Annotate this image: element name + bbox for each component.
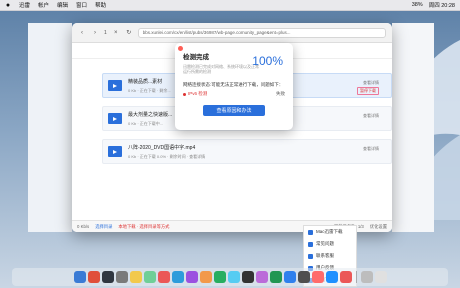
- excel-icon[interactable]: [269, 271, 282, 283]
- video-thumbnail-icon: [108, 146, 122, 157]
- netease-music-icon[interactable]: [311, 271, 324, 283]
- menu-item[interactable]: 帐户: [38, 1, 49, 9]
- item-name: 最大剂量之快速版...: [128, 111, 173, 118]
- notes-icon[interactable]: [129, 271, 142, 283]
- word-icon[interactable]: [325, 271, 338, 283]
- list-item[interactable]: 八阵-2020_DVD国语中字.mp4 0 Kb · 正在下载 0.0% · 剩…: [102, 139, 392, 164]
- choose-dir-link[interactable]: 选择目录: [95, 224, 112, 230]
- browser-toolbar: ‹ › 1 × ↻ bbs.xunlei.com/cx/en/list/pubs…: [72, 23, 392, 43]
- vscode-icon[interactable]: [283, 271, 296, 283]
- item-name: 精装品质...素材: [128, 78, 163, 85]
- terminal-icon[interactable]: [297, 271, 310, 283]
- issue-row: IPv6 检测 失败: [183, 91, 285, 97]
- side-menu-item[interactable]: 联系客服: [304, 250, 356, 262]
- details-link[interactable]: 查看详情: [363, 80, 379, 86]
- details-link[interactable]: 查看详情: [363, 113, 379, 119]
- side-menu-label: Mac迅雷下载: [316, 229, 343, 234]
- settings-icon[interactable]: [115, 271, 128, 283]
- side-menu-item[interactable]: Mac迅雷下载: [304, 226, 356, 238]
- podcast-icon[interactable]: [185, 271, 198, 283]
- close-icon[interactable]: ×: [112, 29, 120, 37]
- item-info: 精装品质...素材 0 Kb · 正在下载 · 剩余...: [128, 78, 171, 94]
- clock[interactable]: 周四 20:28: [429, 1, 455, 9]
- downloads-folder-icon[interactable]: [360, 271, 373, 283]
- finder-icon[interactable]: [73, 271, 86, 283]
- menu-item[interactable]: 窗口: [76, 1, 87, 9]
- chrome-icon[interactable]: [227, 271, 240, 283]
- video-thumbnail-icon: [108, 80, 122, 91]
- close-dialog-icon[interactable]: [178, 46, 183, 51]
- dock-separator: [355, 271, 357, 283]
- side-menu-label: 常见问题: [316, 241, 334, 246]
- url-bar[interactable]: bbs.xunlei.com/cx/en/list/pubs/36987/wb-…: [137, 27, 386, 38]
- progress-percent: 100%: [252, 54, 283, 68]
- refresh-icon[interactable]: ↻: [125, 29, 133, 37]
- view-solution-button[interactable]: 查看原因和办法: [203, 105, 265, 116]
- menu-item[interactable]: 编辑: [57, 1, 68, 9]
- speed: 0 Kb/s: [77, 224, 90, 229]
- video-thumbnail-icon: [108, 113, 122, 124]
- optimize-settings[interactable]: 优化设置: [370, 224, 387, 230]
- appstore-icon[interactable]: [171, 271, 184, 283]
- background-site-right: [392, 23, 434, 232]
- error-dot-icon: [183, 92, 186, 96]
- back-icon[interactable]: ‹: [78, 29, 86, 37]
- tab-count[interactable]: 1: [104, 30, 107, 36]
- menu-item-icon: [308, 241, 313, 247]
- safari-icon[interactable]: [101, 271, 114, 283]
- item-meta: 0 Kb · 正在下载 · 剩余...: [128, 87, 171, 93]
- menu-item[interactable]: 帮助: [95, 1, 106, 9]
- item-name: 八阵-2020_DVD国语中字.mp4: [128, 144, 196, 151]
- network-question: 网络连接状态:可能无法正常进行下载，问题如下：: [183, 82, 284, 87]
- check-complete-dialog: 检测完成 100% 迅雷检测已完成对网络、系统环境以及正常运行所需的检测 网络连…: [175, 43, 293, 130]
- wechat-icon[interactable]: [255, 271, 268, 283]
- side-menu-label: 联系客服: [316, 253, 334, 258]
- launchpad-icon[interactable]: [87, 271, 100, 283]
- maps-icon[interactable]: [213, 271, 226, 283]
- item-info: 八阵-2020_DVD国语中字.mp4 0 Kb · 正在下载 0.0% · 剩…: [128, 144, 205, 160]
- forward-icon[interactable]: ›: [91, 29, 99, 37]
- pause-button[interactable]: 暂停下载: [357, 87, 379, 95]
- item-meta: 0 Kb · 正在下载中...: [128, 120, 164, 126]
- url-text: bbs.xunlei.com/cx/en/list/pubs/36987/wb-…: [142, 30, 291, 35]
- issue-status: 失败: [276, 91, 285, 96]
- apple-menu-icon[interactable]: ●: [5, 2, 11, 9]
- menubar-status: 38% 周四 20:28: [412, 1, 455, 9]
- messages-icon[interactable]: [143, 271, 156, 283]
- warning-text[interactable]: 本地下载 · 选择目录等方式: [118, 224, 169, 230]
- issue-label: IPv6 检测: [188, 91, 208, 96]
- dock: [12, 268, 448, 286]
- trash-icon[interactable]: [374, 271, 387, 283]
- background-site-left: [28, 23, 72, 232]
- side-menu-item[interactable]: 常见问题: [304, 238, 356, 250]
- photos-icon[interactable]: [199, 271, 212, 283]
- menubar: ● 迅雷 帐户 编辑 窗口 帮助 38% 周四 20:28: [0, 0, 460, 11]
- menu-item[interactable]: 迅雷: [19, 1, 30, 9]
- details-link[interactable]: 查看详情: [363, 146, 379, 152]
- item-meta: 0 Kb · 正在下载 0.0% · 剩余时间 · 查看详情: [128, 153, 206, 159]
- menu-item-icon: [308, 229, 313, 235]
- battery-level[interactable]: 38%: [412, 2, 423, 8]
- thunder-icon[interactable]: [339, 271, 352, 283]
- qq-icon[interactable]: [241, 271, 254, 283]
- dialog-subtitle: 迅雷检测已完成对网络、系统环境以及正常运行所需的检测: [183, 64, 259, 74]
- music-icon[interactable]: [157, 271, 170, 283]
- menu-item-icon: [308, 253, 313, 259]
- item-info: 最大剂量之快速版... 0 Kb · 正在下载中...: [128, 111, 172, 127]
